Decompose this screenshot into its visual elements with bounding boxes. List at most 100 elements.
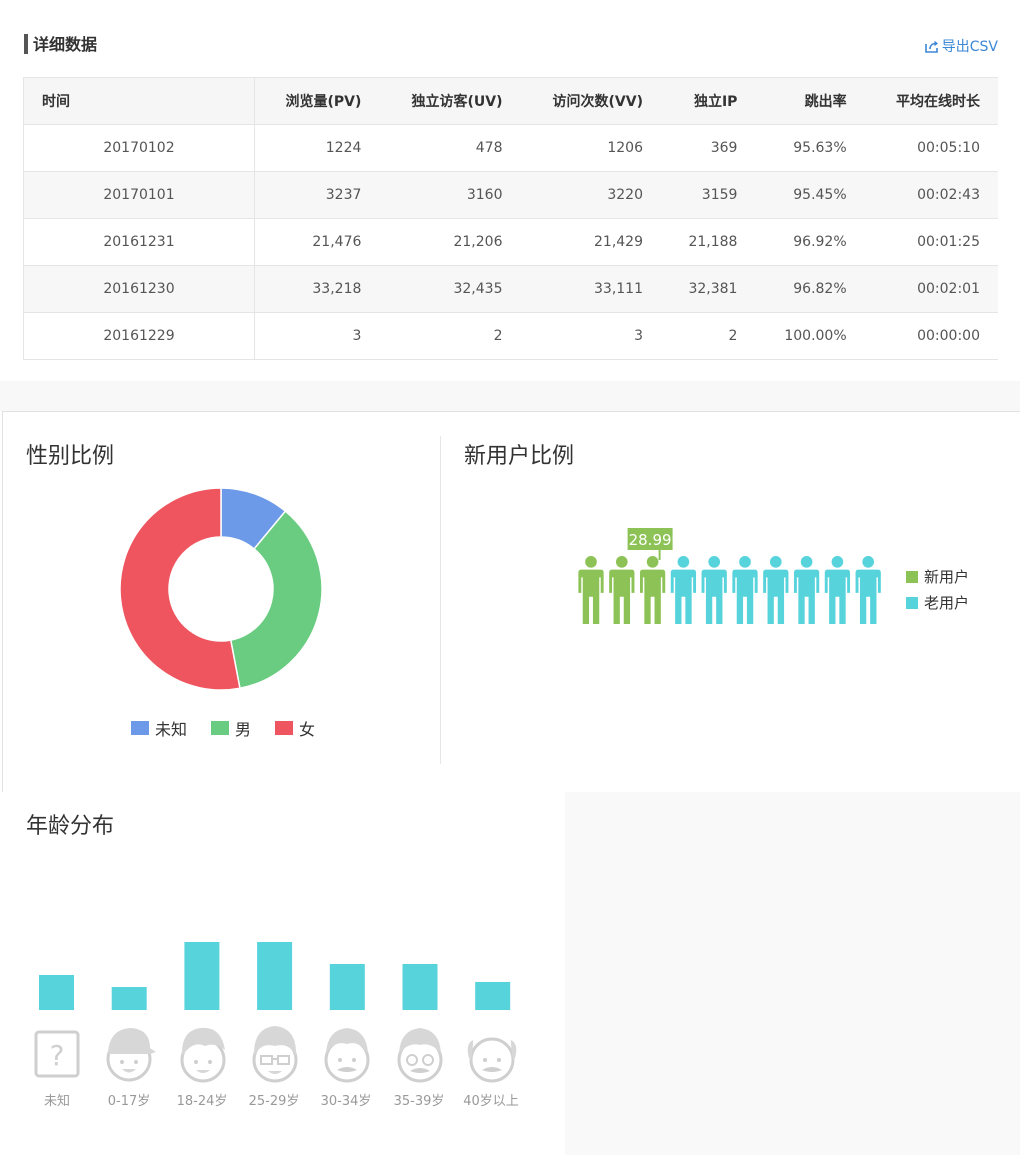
table-cell: 3159 xyxy=(661,171,756,219)
legend-label: 未知 xyxy=(155,720,188,739)
table-cell: 33,218 xyxy=(254,265,380,313)
legend-swatch xyxy=(906,596,918,609)
table-cell: 21,476 xyxy=(254,218,380,266)
legend-swatch xyxy=(131,721,149,735)
old-user-person-icon xyxy=(824,556,851,624)
mustache-avatar-icon xyxy=(324,1028,370,1083)
new-user-person-icon xyxy=(578,556,604,624)
old-user-person-icon xyxy=(701,556,727,624)
table-cell: 33,111 xyxy=(520,265,661,313)
age-bar-0-17岁[interactable] xyxy=(111,987,147,1010)
age-label: 18-24岁 xyxy=(176,1094,228,1109)
column-header[interactable]: 浏览量(PV) xyxy=(254,77,380,125)
table-header-row: 时间 浏览量(PV) 独立访客(UV) 访问次数(VV) 独立IP 跳出率 平均… xyxy=(23,77,998,125)
old-user-person-icon xyxy=(732,556,758,624)
legend-swatch xyxy=(275,721,294,735)
table-cell: 3220 xyxy=(520,171,661,219)
age-title: 年龄分布 xyxy=(26,814,115,839)
table-cell: 3 xyxy=(520,312,661,360)
table-row: 20161230 33,218 32,435 33,111 32,381 96.… xyxy=(23,265,998,313)
table-cell: 20170101 xyxy=(23,171,255,219)
age-label: 未知 xyxy=(43,1094,70,1109)
table-cell: 00:02:43 xyxy=(864,171,998,219)
table-row: 20161229 3 2 3 2 100.00% 00:00:00 xyxy=(23,312,998,360)
child-cap-avatar-icon xyxy=(106,1028,156,1082)
section-gap xyxy=(0,381,1020,411)
age-bar-30-34岁[interactable] xyxy=(329,964,365,1010)
age-bar-35-39岁[interactable] xyxy=(402,964,438,1010)
table-cell: 21,188 xyxy=(661,218,756,266)
ratio-badge-label: 28.999 xyxy=(629,531,682,549)
table-cell: 1206 xyxy=(520,124,661,172)
column-header[interactable]: 访问次数(VV) xyxy=(520,77,661,125)
legend-label: 老用户 xyxy=(924,594,970,612)
legend-item-unknown[interactable]: 未知 xyxy=(131,716,187,740)
old-user-person-icon xyxy=(763,556,789,624)
table-cell: 20161230 xyxy=(23,265,255,313)
section-title: 详细数据 xyxy=(24,34,97,54)
column-header[interactable]: 独立访客(UV) xyxy=(379,77,521,125)
table-row: 20170101 3237 3160 3220 3159 95.45% 00:0… xyxy=(23,171,998,219)
old-user-person-icon xyxy=(855,556,881,624)
table-cell: 96.82% xyxy=(755,265,865,313)
divider xyxy=(440,436,441,764)
table-cell: 21,429 xyxy=(520,218,661,266)
column-header[interactable]: 独立IP xyxy=(661,77,756,125)
svg-text:?: ? xyxy=(50,1039,65,1072)
age-bar-chart xyxy=(39,942,511,1010)
round-glasses-avatar-icon xyxy=(397,1028,443,1083)
table-cell: 3160 xyxy=(379,171,521,219)
table-cell: 2 xyxy=(661,312,756,360)
column-header[interactable]: 平均在线时长 xyxy=(864,77,998,125)
legend-item-new-user[interactable]: 新用户 xyxy=(906,566,969,587)
table-cell: 21,206 xyxy=(379,218,521,266)
new-user-title: 新用户比例 xyxy=(464,444,575,469)
table-cell: 20170102 xyxy=(23,124,255,172)
export-label: 导出CSV xyxy=(941,39,998,55)
legend-label: 男 xyxy=(235,720,252,739)
export-csv-button[interactable]: 导出CSV xyxy=(924,36,998,56)
table-cell: 95.63% xyxy=(755,124,865,172)
table-cell: 00:01:25 xyxy=(864,218,998,266)
age-bar-40岁以上[interactable] xyxy=(475,982,511,1010)
age-bar-18-24岁[interactable] xyxy=(184,942,220,1010)
gender-legend: 未知 男 女 xyxy=(131,716,315,740)
legend-item-female[interactable]: 女 xyxy=(275,716,315,740)
column-header[interactable]: 时间 xyxy=(23,77,255,125)
table-cell: 95.45% xyxy=(755,171,865,219)
table-cell: 96.92% xyxy=(755,218,865,266)
age-label: 35-39岁 xyxy=(393,1094,445,1109)
gender-title: 性别比例 xyxy=(26,444,115,469)
legend-item-male[interactable]: 男 xyxy=(211,716,251,740)
age-label: 25-29岁 xyxy=(248,1094,300,1109)
table-cell: 478 xyxy=(379,124,521,172)
young-adult-avatar-icon xyxy=(180,1027,226,1083)
table-cell: 3237 xyxy=(254,171,380,219)
table-cell: 100.00% xyxy=(755,312,865,360)
table-row: 20170102 1224 478 1206 369 95.63% 00:05:… xyxy=(23,124,998,172)
table-cell: 20161229 xyxy=(23,312,255,360)
age-bar-25-29岁[interactable] xyxy=(257,942,293,1010)
table-cell: 00:02:01 xyxy=(864,265,998,313)
age-label: 40岁以上 xyxy=(463,1094,519,1109)
gender-donut-chart xyxy=(119,487,323,691)
age-label: 30-34岁 xyxy=(320,1094,372,1109)
export-icon xyxy=(924,40,938,53)
table-cell: 32,435 xyxy=(379,265,521,313)
column-header[interactable]: 跳出率 xyxy=(755,77,865,125)
legend-item-old-user[interactable]: 老用户 xyxy=(906,592,969,613)
age-bar-未知[interactable] xyxy=(39,975,74,1010)
empty-panel xyxy=(565,792,1020,1155)
table-cell: 20161231 xyxy=(23,218,255,266)
table-cell: 2 xyxy=(379,312,521,360)
age-label: 0-17岁 xyxy=(107,1094,151,1109)
new-user-person-icon xyxy=(639,556,666,624)
table-cell: 1224 xyxy=(254,124,380,172)
new-user-person-icon xyxy=(609,556,635,624)
legend-label: 新用户 xyxy=(924,568,970,586)
new-user-chart: 28.999 xyxy=(578,528,881,624)
glasses-avatar-icon xyxy=(252,1026,298,1083)
legend-swatch xyxy=(211,721,230,735)
elder-avatar-icon xyxy=(467,1037,517,1083)
table-cell: 369 xyxy=(661,124,756,172)
